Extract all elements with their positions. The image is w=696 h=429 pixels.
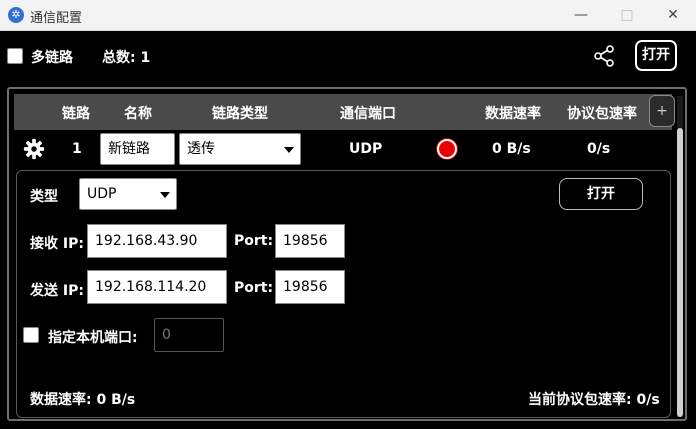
link-type-value: 透传 bbox=[187, 141, 215, 157]
open-all-button[interactable]: 打开 bbox=[635, 40, 677, 71]
type-label: 类型 bbox=[30, 189, 58, 205]
header-data-rate: 数据速率 bbox=[485, 106, 541, 122]
header-link-type: 链路类型 bbox=[212, 106, 268, 122]
add-link-button[interactable]: + bbox=[649, 95, 675, 127]
recv-port-label: Port: bbox=[234, 233, 274, 249]
local-port-label: 指定本机端口: bbox=[48, 330, 138, 346]
protocol-type-select[interactable]: UDP bbox=[79, 178, 177, 210]
gear-icon[interactable] bbox=[23, 138, 45, 160]
row-data-rate: 0 B/s bbox=[492, 141, 531, 157]
header-port: 通信端口 bbox=[340, 106, 396, 122]
packet-rate-footer: 当前协议包速率: 0/s bbox=[528, 392, 660, 408]
row-port: UDP bbox=[349, 141, 383, 157]
maximize-button[interactable]: □ bbox=[604, 0, 650, 31]
status-indicator bbox=[437, 139, 457, 159]
link-type-select[interactable]: 透传 bbox=[179, 133, 301, 165]
send-port-field[interactable]: 19856 bbox=[275, 270, 345, 304]
close-button[interactable]: ✕ bbox=[650, 0, 696, 31]
protocol-type-value: UDP bbox=[87, 186, 117, 202]
header-link: 链路 bbox=[62, 106, 90, 122]
row-packet-rate: 0/s bbox=[587, 141, 611, 157]
header-name: 名称 bbox=[124, 106, 152, 122]
local-port-field[interactable]: 0 bbox=[154, 318, 224, 352]
header-packet-rate: 协议包速率 bbox=[567, 106, 637, 122]
multi-link-label: 多链路 bbox=[31, 50, 73, 66]
chevron-down-icon bbox=[284, 147, 294, 153]
multi-link-checkbox[interactable] bbox=[7, 48, 23, 64]
send-port-label: Port: bbox=[234, 280, 274, 296]
send-ip-label: 发送 IP: bbox=[30, 283, 84, 299]
minimize-button[interactable]: — bbox=[558, 0, 604, 31]
scrollbar-thumb[interactable] bbox=[677, 128, 683, 417]
chevron-down-icon bbox=[160, 192, 170, 198]
app-logo-icon: ✲ bbox=[8, 7, 24, 23]
local-port-checkbox[interactable] bbox=[23, 327, 39, 343]
send-ip-field[interactable]: 192.168.114.20 bbox=[87, 270, 227, 304]
recv-ip-field[interactable]: 192.168.43.90 bbox=[87, 224, 227, 258]
recv-ip-label: 接收 IP: bbox=[30, 236, 84, 252]
share-icon[interactable] bbox=[592, 44, 616, 68]
open-link-button[interactable]: 打开 bbox=[559, 178, 643, 210]
link-name-input[interactable]: 新链路 bbox=[100, 133, 175, 165]
row-index: 1 bbox=[72, 141, 82, 157]
data-rate-footer: 数据速率: 0 B/s bbox=[30, 392, 136, 408]
window-title: 通信配置 bbox=[30, 11, 83, 26]
recv-port-field[interactable]: 19856 bbox=[275, 224, 345, 258]
total-count: 总数: 1 bbox=[102, 50, 151, 66]
